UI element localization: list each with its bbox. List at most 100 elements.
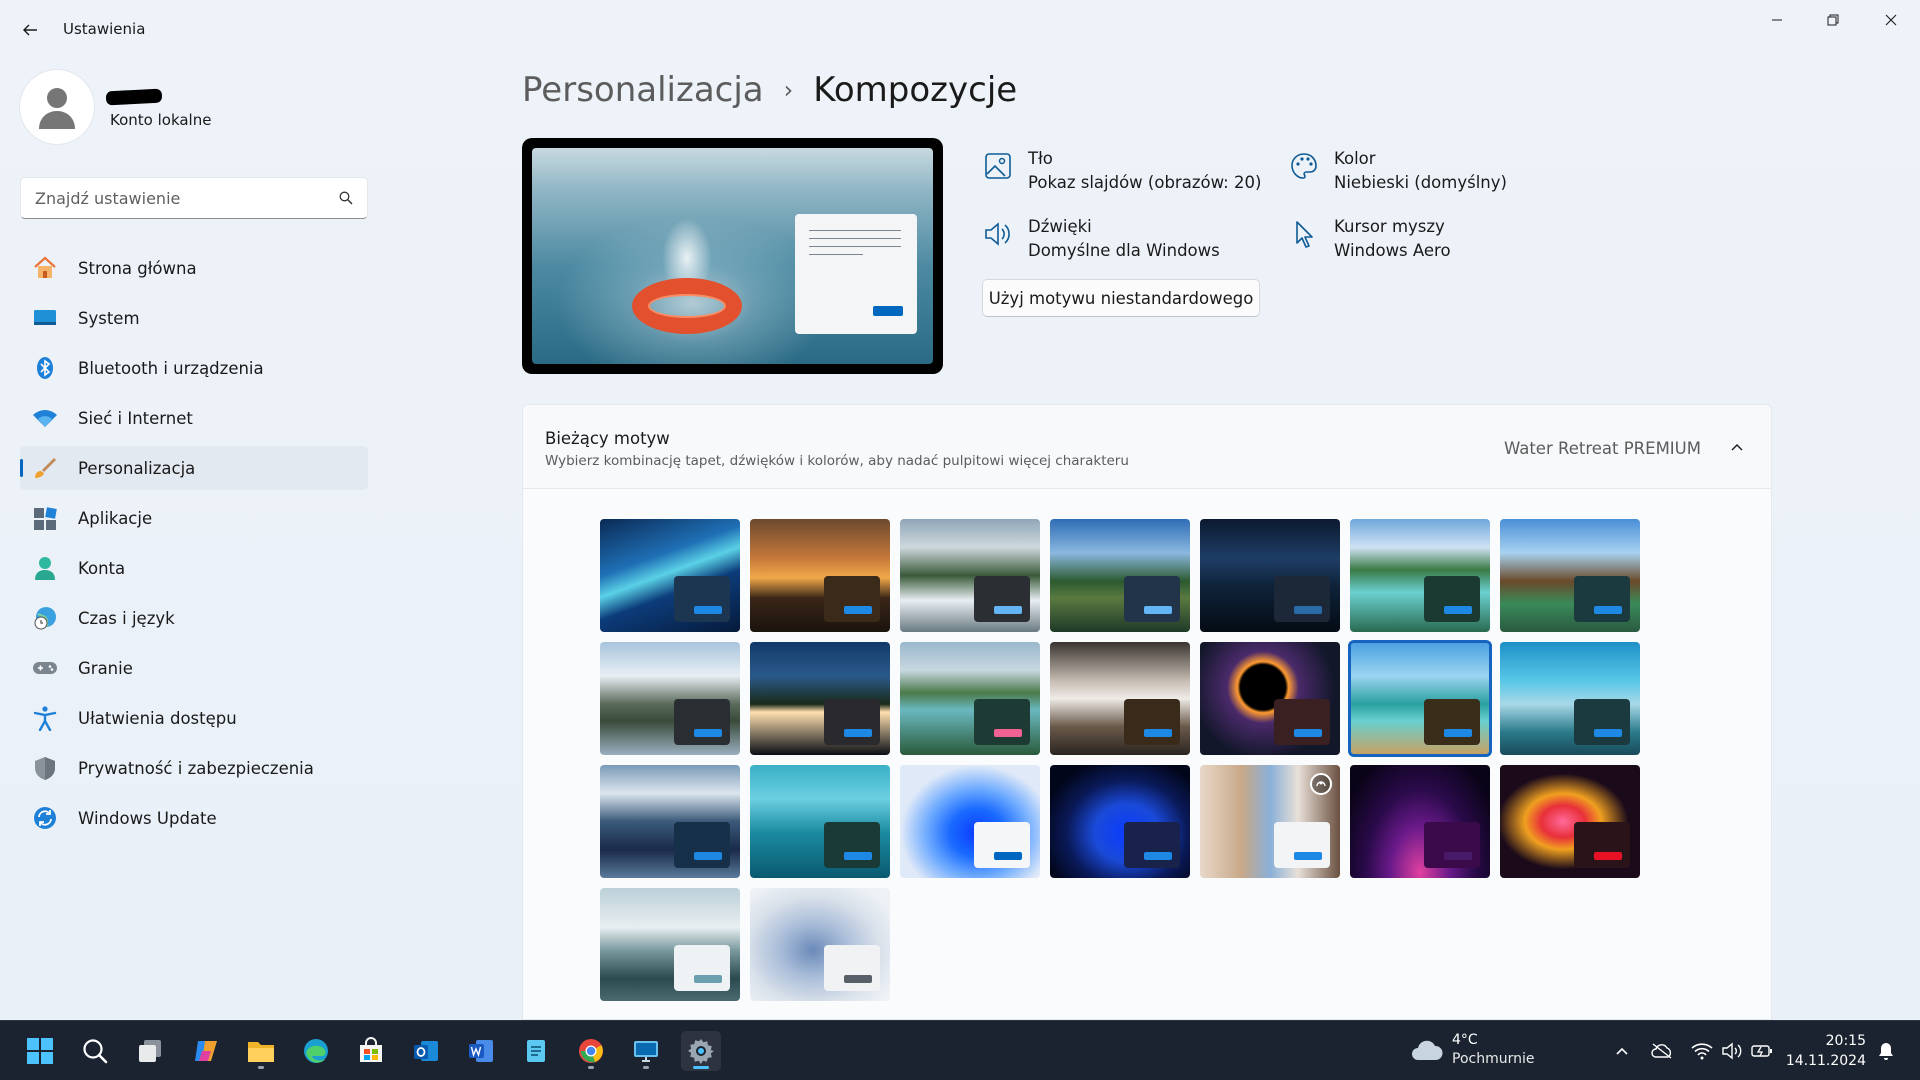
sidebar-item-label: Prywatność i zabezpieczenia (78, 758, 314, 778)
mock-line (809, 254, 863, 255)
weather-widget[interactable]: 4°C Pochmurnie (1410, 1031, 1534, 1069)
sidebar-item-gaming[interactable]: Granie (20, 646, 368, 690)
sidebar-item-accessibility[interactable]: Ułatwienia dostępu (20, 696, 368, 740)
running-indicator (258, 1066, 264, 1069)
theme-tile[interactable] (750, 765, 890, 878)
search-input[interactable] (35, 188, 339, 208)
use-custom-theme-button[interactable]: Użyj motywu niestandardowego (982, 279, 1260, 317)
sidebar-item-time-language[interactable]: Czas i język (20, 596, 368, 640)
theme-tile[interactable] (1500, 642, 1640, 755)
back-button[interactable] (16, 16, 44, 44)
taskbar-settings[interactable] (681, 1031, 721, 1071)
sidebar-item-bluetooth[interactable]: Bluetooth i urządzenia (20, 346, 368, 390)
theme-tile[interactable] (900, 519, 1040, 632)
theme-tile[interactable] (1050, 519, 1190, 632)
collapse-button[interactable] (1725, 435, 1749, 459)
theme-tile[interactable] (1348, 640, 1492, 757)
user-name-redacted (105, 88, 163, 106)
theme-tile[interactable] (900, 765, 1040, 878)
prop-title: Dźwięki (1028, 217, 1092, 236)
notifications-button[interactable] (1872, 1037, 1900, 1065)
settings-window: Ustawienia Konto lokalne Strona główna (0, 0, 1920, 1020)
taskbar-notepad[interactable] (516, 1031, 556, 1071)
theme-tile[interactable] (1050, 642, 1190, 755)
prop-title: Kolor (1334, 149, 1376, 168)
prop-value: Domyślne dla Windows (1028, 241, 1220, 260)
theme-tile[interactable] (750, 642, 890, 755)
accessibility-icon (32, 705, 58, 731)
prop-sounds[interactable]: Dźwięki Domyślne dla Windows (982, 216, 1220, 264)
avatar[interactable] (20, 70, 94, 144)
theme-tile[interactable] (750, 888, 890, 1001)
theme-tile[interactable] (600, 888, 740, 1001)
sidebar-item-accounts[interactable]: Konta (20, 546, 368, 590)
theme-tile[interactable] (1500, 519, 1640, 632)
taskbar-chrome[interactable] (571, 1031, 611, 1071)
taskbar-outlook[interactable] (406, 1031, 446, 1071)
theme-accent-swatch (694, 975, 722, 983)
task-view[interactable] (130, 1031, 170, 1071)
theme-window-preview (1274, 699, 1330, 745)
taskbar-file-explorer[interactable] (241, 1031, 281, 1071)
taskbar-remote-desktop[interactable] (626, 1031, 666, 1071)
tray-volume[interactable] (1718, 1037, 1746, 1065)
theme-tile[interactable] (600, 765, 740, 878)
sidebar-item-windows-update[interactable]: Windows Update (20, 796, 368, 840)
cloud-offline-icon (1651, 1043, 1672, 1059)
sidebar-item-network[interactable]: Sieć i Internet (20, 396, 368, 440)
theme-tile[interactable] (600, 642, 740, 755)
breadcrumb-parent[interactable]: Personalizacja (522, 70, 764, 110)
theme-tile[interactable] (750, 519, 890, 632)
prop-background[interactable]: Tło Pokaz slajdów (obrazów: 20) (982, 148, 1261, 196)
taskbar-copilot[interactable] (186, 1031, 226, 1071)
theme-window-preview (824, 699, 880, 745)
theme-tile[interactable] (1200, 642, 1340, 755)
sidebar-item-label: Windows Update (78, 808, 217, 828)
current-theme-subtitle: Wybierz kombinację tapet, dźwięków i kol… (545, 453, 1129, 469)
current-theme-panel: Bieżący motyw Wybierz kombinację tapet, … (522, 404, 1772, 1020)
prop-cursor[interactable]: Kursor myszy Windows Aero (1288, 216, 1451, 264)
minimize-button[interactable] (1754, 6, 1800, 34)
theme-accent-swatch (694, 852, 722, 860)
sidebar-item-privacy[interactable]: Prywatność i zabezpieczenia (20, 746, 368, 790)
battery-charging-icon (1751, 1045, 1772, 1057)
theme-tile[interactable] (1500, 765, 1640, 878)
current-theme-header[interactable]: Bieżący motyw Wybierz kombinację tapet, … (523, 405, 1771, 489)
sidebar-item-personalization[interactable]: Personalizacja (20, 446, 368, 490)
breadcrumb: Personalizacja › Kompozycje (522, 70, 1017, 110)
tray-battery[interactable] (1748, 1037, 1776, 1065)
search-icon[interactable] (339, 191, 353, 205)
theme-tile[interactable] (1200, 765, 1340, 878)
theme-tile[interactable] (1350, 519, 1490, 632)
theme-window-preview (974, 699, 1030, 745)
clock[interactable]: 20:15 14.11.2024 (1786, 1031, 1866, 1071)
restore-button[interactable] (1810, 6, 1856, 34)
theme-window-preview (974, 822, 1030, 868)
theme-tile[interactable] (1050, 765, 1190, 878)
taskbar-word[interactable] (461, 1031, 501, 1071)
theme-tile[interactable] (900, 642, 1040, 755)
taskbar-store[interactable] (351, 1031, 391, 1071)
theme-accent-swatch (1444, 729, 1472, 737)
tray-wifi[interactable] (1688, 1037, 1716, 1065)
bluetooth-icon (32, 355, 58, 381)
windows-logo-icon (27, 1038, 53, 1064)
close-button[interactable] (1868, 6, 1914, 34)
word-icon (469, 1040, 493, 1062)
theme-tile[interactable] (600, 519, 740, 632)
sidebar-item-home[interactable]: Strona główna (20, 246, 368, 290)
theme-tile[interactable] (1350, 765, 1490, 878)
sidebar-item-apps[interactable]: Aplikacje (20, 496, 368, 540)
tray-cloud-offline[interactable] (1648, 1037, 1676, 1065)
settings-search[interactable] (20, 177, 368, 219)
show-hidden-icons-button[interactable] (1608, 1037, 1636, 1065)
theme-tile[interactable] (1200, 519, 1340, 632)
search-icon (83, 1039, 108, 1064)
update-icon (32, 805, 58, 831)
prop-color[interactable]: Kolor Niebieski (domyślny) (1288, 148, 1507, 196)
taskbar-search[interactable] (75, 1031, 115, 1071)
sidebar-item-system[interactable]: System (20, 296, 368, 340)
start-button[interactable] (20, 1031, 60, 1071)
taskbar-edge[interactable] (296, 1031, 336, 1071)
wifi-icon (32, 405, 58, 431)
